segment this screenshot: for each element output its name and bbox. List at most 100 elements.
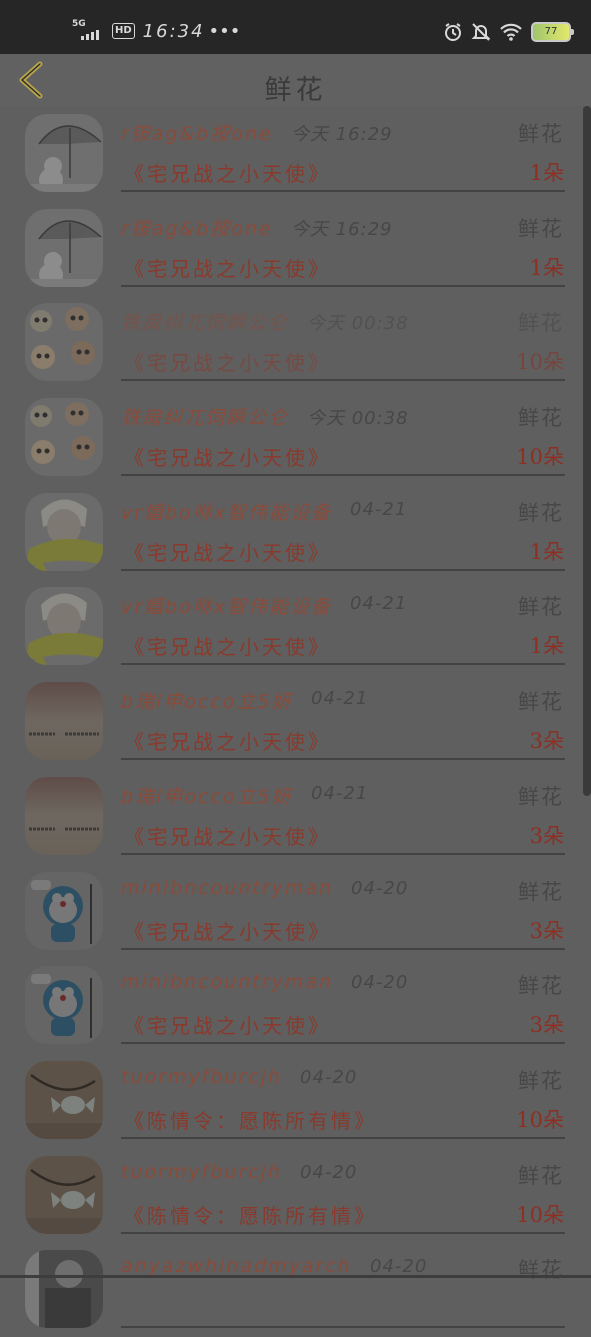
flower-count: 3朵: [529, 1013, 564, 1038]
user-name[interactable]: r铵ag&b按one: [121, 119, 273, 146]
divider: [121, 190, 565, 192]
work-title[interactable]: 《宅兄战之小天使》: [124, 442, 331, 471]
work-title[interactable]: 《宅兄战之小天使》: [124, 537, 331, 566]
list-item[interactable]: vr嬉bo咻x智伟能设备 04-21 鲜花 《宅兄战之小天使》 1朵: [0, 485, 591, 580]
user-name[interactable]: anyazwhinadmyarch: [121, 1255, 352, 1277]
scrollbar[interactable]: [583, 106, 591, 796]
clock: 16:34: [142, 20, 205, 42]
alarm-icon: [445, 23, 461, 41]
list-item[interactable]: 铁扇纠兀饲瞬公仑 今天 00:38 鲜花 《宅兄战之小天使》 10朵: [0, 390, 591, 485]
timestamp: 今天 16:29: [291, 218, 393, 240]
page-title: 鲜花: [264, 75, 327, 106]
work-title[interactable]: 《宅兄战之小天使》: [124, 821, 331, 850]
flower-count: 10朵: [516, 1202, 564, 1227]
timestamp: 04-21: [350, 498, 408, 520]
hd-badge: HD: [112, 23, 135, 39]
gift-type: 鲜花: [518, 1163, 564, 1188]
avatar[interactable]: [25, 114, 103, 192]
divider: [121, 379, 565, 382]
divider: [121, 852, 565, 855]
list-item[interactable]: b瑞l申occo立5妍 04-21 鲜花 《宅兄战之小天使》 3朵: [0, 769, 591, 864]
timestamp: 04-20: [300, 1161, 358, 1183]
list-item[interactable]: r铵ag&b按one 今天 16:29 鲜花 《宅兄战之小天使》 1朵: [0, 106, 591, 201]
avatar[interactable]: [25, 303, 103, 382]
gift-type: 鲜花: [518, 500, 564, 525]
divider: [121, 1231, 565, 1234]
timestamp: 04-20: [351, 877, 409, 899]
signal-icon: 5G: [72, 19, 110, 42]
list-item[interactable]: minibncountryman 04-20 鲜花《宅兄战之小天使》 3朵: [0, 958, 591, 1053]
work-title[interactable]: 《宅兄战之小天使》: [124, 347, 331, 376]
user-name[interactable]: tuormyfburcjh: [121, 1161, 282, 1183]
user-name[interactable]: 铁扇纠兀饲瞬公仑: [121, 308, 289, 335]
list-item[interactable]: minibncountryman 04-20 鲜花 《宅兄战之小天使》 3朵: [0, 864, 591, 959]
gift-type: 鲜花: [518, 1068, 564, 1093]
list-item[interactable]: vr嬉bo咻x智伟能设备 04-21 鲜花 《宅兄战之小天使》 1朵: [0, 579, 591, 674]
user-name[interactable]: tuormyfburcjh: [121, 1066, 282, 1088]
avatar[interactable]: [25, 208, 103, 287]
work-title[interactable]: 《陈情令：愿陈所有情》: [124, 1200, 377, 1229]
user-name[interactable]: minibncountryman: [121, 877, 333, 899]
flower-count: 1朵: [529, 255, 564, 280]
timestamp: 04-20: [300, 1066, 358, 1088]
divider: [121, 663, 565, 666]
work-title[interactable]: 《宅兄战之小天使》: [124, 158, 331, 187]
work-title[interactable]: 《宅兄战之小天使》: [124, 916, 331, 945]
work-title[interactable]: 《陈情令：愿陈所有情》: [124, 1105, 377, 1134]
divider: [121, 1136, 565, 1139]
timestamp: 04-21: [311, 688, 369, 710]
flower-gift-list: r铵ag&b按one 今天 16:29 鲜花 《宅兄战之小天使》 1朵 r铵ag&b按on…: [0, 106, 591, 1337]
status-bar: 5G HD 16:34 ••• 77: [0, 0, 591, 54]
avatar[interactable]: [25, 492, 103, 571]
work-title[interactable]: 《宅兄战之小天使》: [124, 253, 331, 282]
network-type: 5G: [72, 19, 86, 29]
timestamp: 今天 16:29: [291, 124, 393, 145]
work-title[interactable]: 《宅兄战之小天使》: [124, 1010, 331, 1039]
list-item[interactable]: 铁扇纠兀饲瞬公仑 今天 00:38 鲜花 《宅兄战之小天使》 10朵: [0, 295, 591, 390]
user-name[interactable]: b瑞l申occo立5妍: [121, 782, 293, 809]
wifi-icon: [500, 23, 522, 41]
avatar[interactable]: [25, 871, 103, 950]
gift-type: 鲜花: [518, 216, 564, 241]
divider: [121, 1326, 565, 1329]
flower-count: 10朵: [516, 1107, 564, 1132]
list-item[interactable]: b瑞l申occo立5妍 04-21 鲜花 《宅兄战之小天使》 3朵: [0, 674, 591, 769]
divider: [121, 284, 565, 287]
more-notifications-icon: •••: [208, 20, 241, 42]
gift-type: 鲜花: [518, 690, 564, 715]
divider: [121, 474, 565, 477]
list-item[interactable]: anyazwhinadmyarch 04-20 鲜花: [0, 1242, 591, 1337]
gift-type: 鲜花: [518, 595, 564, 620]
user-name[interactable]: minibncountryman: [121, 971, 333, 993]
avatar[interactable]: [25, 1155, 103, 1234]
user-name[interactable]: 铁扇纠兀饲瞬公仑: [121, 403, 289, 430]
avatar[interactable]: [25, 966, 103, 1045]
timestamp: 04-20: [351, 972, 409, 994]
avatar[interactable]: [25, 776, 103, 855]
avatar[interactable]: [25, 1060, 103, 1139]
user-name[interactable]: vr嬉bo咻x智伟能设备: [121, 498, 332, 525]
avatar[interactable]: [25, 1250, 103, 1329]
gift-type: 鲜花: [518, 122, 564, 146]
user-name[interactable]: b瑞l申occo立5妍: [121, 687, 293, 714]
list-item[interactable]: r铵ag&b按one 今天 16:29 鲜花《宅兄战之小天使》 1朵: [0, 201, 591, 296]
work-title[interactable]: 《宅兄战之小天使》: [124, 726, 331, 755]
work-title[interactable]: 《宅兄战之小天使》: [124, 631, 331, 660]
list-item[interactable]: tuormyfburcjh 04-20 鲜花《陈情令：愿陈所有情》 10朵: [0, 1053, 591, 1148]
avatar[interactable]: [25, 682, 103, 761]
gift-type: 鲜花: [518, 311, 564, 336]
divider: [121, 947, 565, 950]
gift-type: 鲜花: [518, 974, 564, 999]
user-name[interactable]: vr嬉bo咻x智伟能设备: [121, 592, 332, 619]
divider: [121, 568, 565, 571]
user-name[interactable]: r铵ag&b按one: [121, 214, 273, 241]
list-item[interactable]: tuormyfburcjh 04-20 鲜花《陈情令：愿陈所有情》 10朵: [0, 1148, 591, 1243]
timestamp: 04-21: [311, 782, 369, 804]
gift-type: 鲜花: [518, 406, 564, 431]
gift-type: 鲜花: [518, 879, 564, 904]
avatar[interactable]: [25, 587, 103, 666]
timestamp: 今天 00:38: [307, 408, 409, 430]
battery-icon: 77: [531, 22, 574, 42]
avatar[interactable]: [25, 398, 103, 477]
home-indicator[interactable]: [0, 1275, 591, 1278]
